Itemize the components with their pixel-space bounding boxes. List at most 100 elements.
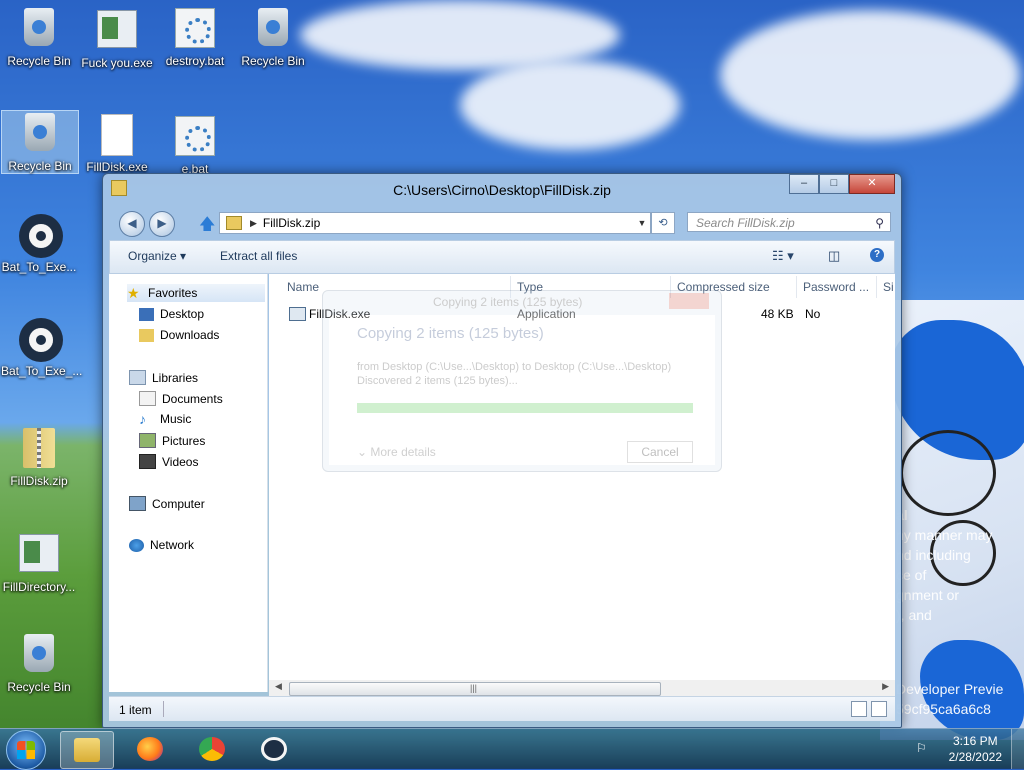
music-icon: ♪	[139, 410, 146, 427]
desktop-icon-label: FillDisk.zip	[10, 474, 68, 488]
cloud	[460, 60, 680, 150]
dialog-close-button[interactable]	[669, 293, 709, 309]
cancel-button[interactable]: Cancel	[627, 441, 693, 463]
view-options-icon[interactable]: ☷ ▾	[772, 248, 794, 264]
navigation-pane: ★ Favorites Desktop Downloads Libraries D…	[109, 274, 268, 692]
nav-label: Libraries	[152, 370, 199, 385]
desktop-icon-filldirectory[interactable]: FillDirectory...	[1, 530, 77, 594]
start-button[interactable]	[6, 730, 46, 770]
scroll-right-icon[interactable]: ▶	[882, 681, 889, 692]
action-center-flag-icon[interactable]: ⚐	[916, 741, 930, 755]
nav-videos[interactable]: Videos	[139, 454, 198, 469]
details-view-icon[interactable]	[851, 701, 867, 717]
desktop-icon-destroy-bat[interactable]: destroy.bat	[157, 6, 233, 68]
horizontal-scrollbar[interactable]: ◀ ||| ▶	[269, 680, 895, 696]
address-text: FillDisk.zip	[262, 216, 321, 230]
videos-icon	[139, 454, 156, 469]
computer-icon	[129, 496, 146, 511]
desktop-icon-recycle-bin[interactable]: Recycle Bin	[235, 6, 311, 68]
scrollbar-thumb[interactable]: |||	[289, 682, 661, 696]
zip-folder-icon	[226, 216, 242, 230]
desktop-icon-filldisk-zip[interactable]: FillDisk.zip	[1, 428, 77, 488]
application-icon	[19, 534, 59, 572]
window-title: C:\Users\Cirno\Desktop\FillDisk.zip	[393, 182, 611, 198]
desktop-icon-recycle-bin[interactable]: Recycle Bin	[1, 632, 77, 694]
recent-pages-icon[interactable]: 🡅	[199, 213, 215, 240]
search-input[interactable]: Search FillDisk.zip ⚲	[687, 212, 891, 232]
scroll-left-icon[interactable]: ◀	[275, 681, 282, 692]
batch-file-icon	[175, 116, 215, 156]
chrome-icon	[199, 737, 225, 761]
recycle-bin-icon	[25, 113, 55, 151]
dialog-title: Copying 2 items (125 bytes)	[433, 295, 583, 309]
nav-libraries[interactable]: Libraries	[129, 370, 198, 385]
help-icon[interactable]: ?	[870, 248, 884, 262]
close-button[interactable]: ✕	[849, 174, 895, 194]
desktop-icon-fuck-you-exe[interactable]: Fuck you.exe	[79, 6, 155, 70]
organize-label: Organize	[128, 249, 177, 263]
extract-all-button[interactable]: Extract all files	[220, 249, 297, 263]
title-bar[interactable]: C:\Users\Cirno\Desktop\FillDisk.zip – □ …	[103, 174, 901, 204]
desktop-icon-bat-to-exe[interactable]: Bat_To_Exe...	[1, 214, 77, 274]
column-header-size[interactable]: Si	[877, 276, 895, 298]
documents-icon	[139, 391, 156, 406]
recycle-bin-icon	[24, 8, 54, 46]
desktop-icon-recycle-bin[interactable]: Recycle Bin	[1, 110, 79, 174]
zip-folder-icon	[23, 428, 55, 468]
nav-label: Favorites	[148, 286, 198, 300]
organize-button[interactable]: Organize ▾	[128, 249, 186, 263]
nav-downloads[interactable]: Downloads	[139, 328, 219, 342]
cloud	[720, 10, 1020, 140]
desktop-icon-label: Fuck you.exe	[81, 56, 153, 70]
nav-label: Pictures	[162, 433, 206, 448]
application-icon	[289, 307, 306, 321]
nav-label: Downloads	[160, 328, 220, 342]
column-header-password[interactable]: Password ...	[797, 276, 877, 298]
desktop-icon-recycle-bin[interactable]: Recycle Bin	[1, 6, 77, 68]
chevron-down-icon[interactable]: ▼	[634, 218, 650, 228]
desktop-icon-label: FillDisk.exe	[86, 160, 148, 174]
nav-label: Desktop	[160, 307, 205, 321]
back-button[interactable]: ◀	[119, 211, 145, 237]
refresh-button[interactable]: ⟲	[651, 212, 675, 234]
preview-pane-icon[interactable]: ◫	[828, 248, 840, 264]
libraries-icon	[129, 370, 146, 385]
nav-favorites[interactable]: ★ Favorites	[127, 284, 265, 302]
nav-documents[interactable]: Documents	[139, 391, 223, 406]
desktop-icon-label: Recycle Bin	[7, 54, 71, 68]
gear-icon	[261, 737, 287, 761]
nav-computer[interactable]: Computer	[129, 496, 205, 511]
taskbar-bat-to-exe-button[interactable]	[248, 731, 300, 767]
forward-button[interactable]: ▶	[149, 211, 175, 237]
more-details-toggle[interactable]: ⌄ More details	[357, 445, 436, 459]
address-field[interactable]: ▶ FillDisk.zip ▼	[219, 212, 651, 234]
progress-fill	[357, 403, 693, 413]
desktop-icon-filldisk-exe[interactable]: FillDisk.exe	[79, 114, 155, 174]
downloads-folder-icon	[139, 328, 154, 342]
show-desktop-button[interactable]	[1011, 729, 1024, 769]
gear-icon	[19, 214, 63, 258]
clock[interactable]: 3:16 PM 2/28/2022	[949, 733, 1002, 765]
nav-label: Network	[150, 538, 195, 552]
batch-file-icon	[175, 8, 215, 48]
nav-desktop[interactable]: Desktop	[139, 307, 204, 321]
chevron-right-icon[interactable]: ▶	[250, 218, 257, 229]
nav-music[interactable]: ♪ Music	[139, 410, 191, 427]
nav-pictures[interactable]: Pictures	[139, 433, 205, 448]
desktop-icon-label: FillDirectory...	[2, 580, 76, 594]
nav-network[interactable]: Network	[129, 538, 194, 552]
desktop-icon-label: Bat_To_Exe...	[1, 260, 77, 274]
maximize-button[interactable]: □	[819, 174, 849, 194]
nav-label: Computer	[152, 496, 205, 511]
taskbar-firefox-button[interactable]	[124, 731, 176, 767]
command-bar: Organize ▾ Extract all files ☷ ▾ ◫ ?	[109, 240, 895, 274]
address-bar-area: ◀ ▶ 🡅 ▶ FillDisk.zip ▼ ⟲ Search FillDisk…	[109, 208, 895, 238]
desktop-icon-label: Recycle Bin	[8, 159, 72, 173]
desktop-icon-bat-to-exe-2[interactable]: Bat_To_Exe_...	[1, 318, 82, 378]
large-icons-view-icon[interactable]	[871, 701, 887, 717]
desktop-icon-e-bat[interactable]: e.bat	[157, 114, 233, 176]
minimize-button[interactable]: –	[789, 174, 819, 194]
more-details-label: More details	[370, 445, 436, 459]
taskbar-chrome-button[interactable]	[186, 731, 238, 767]
taskbar-explorer-button[interactable]	[60, 731, 114, 769]
